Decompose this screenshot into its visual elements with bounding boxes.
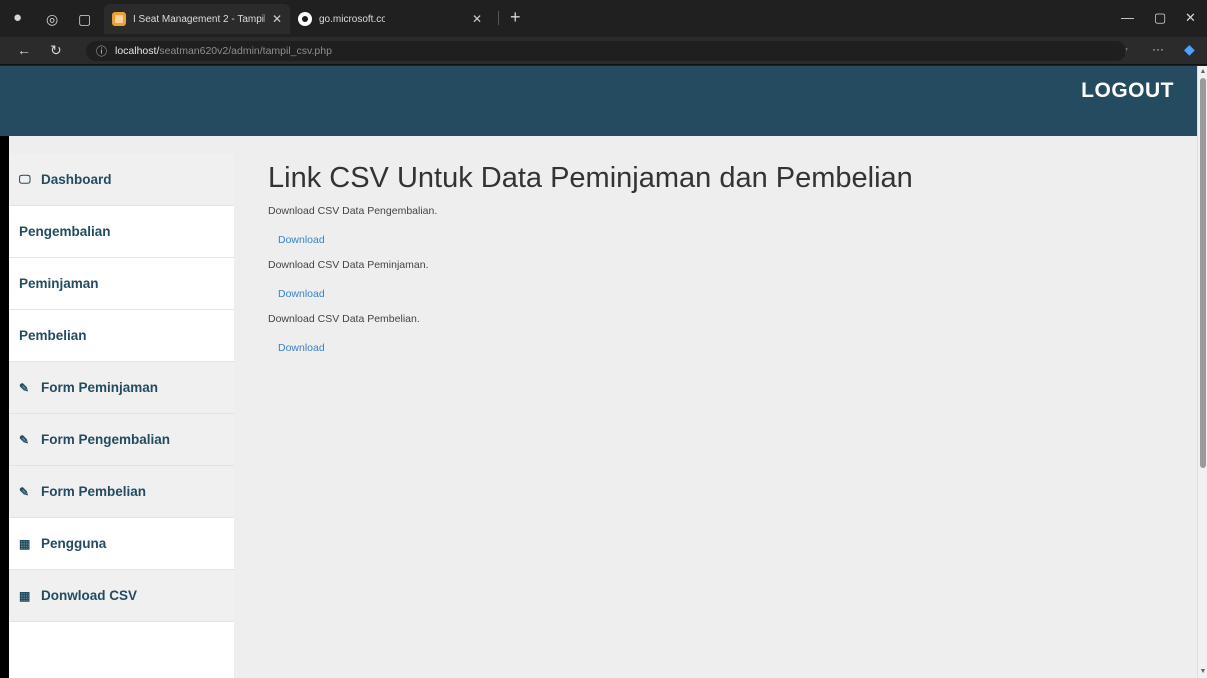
download-description: Download CSV Data Peminjaman. — [268, 259, 429, 271]
browser-tab-bar: ● ◎ ▢ I Seat Management 2 - Tampil Da ✕ … — [0, 0, 1207, 37]
close-icon[interactable]: ✕ — [472, 12, 482, 26]
sidebar-item-label: Pengembalian — [19, 224, 111, 239]
sidebar-item-pembelian[interactable]: Pembelian — [9, 310, 234, 362]
download-item-pengembalian: Download CSV Data Pengembalian. Download — [268, 204, 1168, 248]
minimize-icon[interactable]: — — [1121, 10, 1134, 25]
workspaces-icon[interactable]: ◎ — [46, 12, 58, 26]
table-icon: ▦ — [19, 536, 31, 551]
sidebar-item-form-pembelian[interactable]: ✎ Form Pembelian — [9, 466, 234, 518]
edit-icon: ✎ — [19, 484, 30, 499]
sidebar-item-label: Dashboard — [41, 172, 112, 187]
table-icon: ▦ — [19, 588, 31, 603]
microsoft-favicon-icon — [298, 12, 312, 26]
sidebar-item-label: Pengguna — [41, 536, 107, 551]
main-content: Link CSV Untuk Data Peminjaman dan Pembe… — [268, 158, 1168, 356]
url-host: localhost/ — [115, 45, 160, 57]
tab-title: go.microsoft.com — [319, 13, 385, 25]
sidebar-item-label: Donwload CSV — [41, 588, 138, 603]
scroll-down-icon[interactable]: ▼ — [1199, 668, 1207, 676]
download-link-pengembalian[interactable]: Download — [278, 233, 325, 247]
edit-icon: ✎ — [19, 432, 30, 447]
page-title: Link CSV Untuk Data Peminjaman dan Pembe… — [268, 162, 913, 194]
download-description: Download CSV Data Pembelian. — [268, 313, 420, 325]
logout-button[interactable]: LOGOUT — [1081, 79, 1174, 103]
sidebar-filler — [9, 622, 234, 678]
tab-seat-management[interactable]: I Seat Management 2 - Tampil Da ✕ — [104, 4, 290, 34]
site-info-icon[interactable]: ⓘ — [96, 43, 107, 59]
sidebar-item-label: Pembelian — [19, 328, 87, 343]
sidebar-item-pengguna[interactable]: ▦ Pengguna — [9, 518, 234, 570]
sidebar-item-download-csv[interactable]: ▦ Donwload CSV — [9, 570, 234, 622]
back-arrow-icon[interactable]: ← — [17, 43, 31, 57]
edit-icon: ✎ — [19, 380, 30, 395]
profile-icon[interactable]: ● — [13, 10, 22, 25]
sidebar-item-form-pengembalian[interactable]: ✎ Form Pengembalian — [9, 414, 234, 466]
sidebar-item-label: Peminjaman — [19, 276, 99, 291]
window-close-icon[interactable]: ✕ — [1185, 10, 1196, 26]
refresh-icon[interactable]: ↻ — [50, 43, 62, 57]
page-scrollbar[interactable]: ▲ ▼ — [1197, 66, 1207, 678]
download-link-peminjaman[interactable]: Download — [278, 287, 325, 301]
page-viewport: LOGOUT 🖵 Dashboard Pengembalian Peminjam… — [0, 66, 1197, 678]
tab-separator — [498, 11, 499, 25]
sidebar-item-pengembalian[interactable]: Pengembalian — [9, 206, 234, 258]
tab-title: I Seat Management 2 - Tampil Da — [133, 13, 265, 25]
sidebar-item-label: Form Peminjaman — [41, 380, 159, 395]
sidebar-item-label: Form Pengembalian — [41, 432, 171, 447]
sidebar-item-dashboard[interactable]: 🖵 Dashboard — [9, 154, 234, 206]
sidebar-item-label: Form Pembelian — [41, 484, 147, 499]
sidebar: 🖵 Dashboard Pengembalian Peminjaman Pemb… — [9, 154, 234, 678]
maximize-icon[interactable]: ▢ — [1154, 10, 1166, 26]
sidebar-item-form-peminjaman[interactable]: ✎ Form Peminjaman — [9, 362, 234, 414]
download-item-pembelian: Download CSV Data Pembelian. Download — [268, 312, 1168, 356]
url-text: localhost/seatman620v2/admin/tampil_csv.… — [115, 45, 332, 57]
tab-actions-icon[interactable]: ▢ — [78, 12, 91, 26]
sidebar-item-peminjaman[interactable]: Peminjaman — [9, 258, 234, 310]
copilot-icon[interactable]: ◆ — [1184, 42, 1195, 56]
top-header: LOGOUT — [0, 66, 1197, 136]
url-path: seatman620v2/admin/tampil_csv.php — [159, 45, 332, 57]
more-options-icon[interactable]: ··· — [1152, 42, 1164, 56]
left-border — [0, 136, 9, 678]
tab-microsoft[interactable]: go.microsoft.com ✕ — [290, 4, 490, 34]
monitor-icon: 🖵 — [19, 172, 31, 186]
scrollbar-thumb[interactable] — [1200, 78, 1206, 468]
download-link-pembelian[interactable]: Download — [278, 341, 325, 355]
download-item-peminjaman: Download CSV Data Peminjaman. Download — [268, 258, 1168, 302]
close-icon[interactable]: ✕ — [272, 12, 282, 26]
new-tab-icon[interactable]: + — [510, 8, 521, 26]
seat-favicon-icon — [112, 12, 126, 26]
scroll-up-icon[interactable]: ▲ — [1199, 68, 1207, 76]
download-description: Download CSV Data Pengembalian. — [268, 205, 438, 217]
url-field[interactable]: ⓘ localhost/seatman620v2/admin/tampil_cs… — [86, 41, 1126, 61]
